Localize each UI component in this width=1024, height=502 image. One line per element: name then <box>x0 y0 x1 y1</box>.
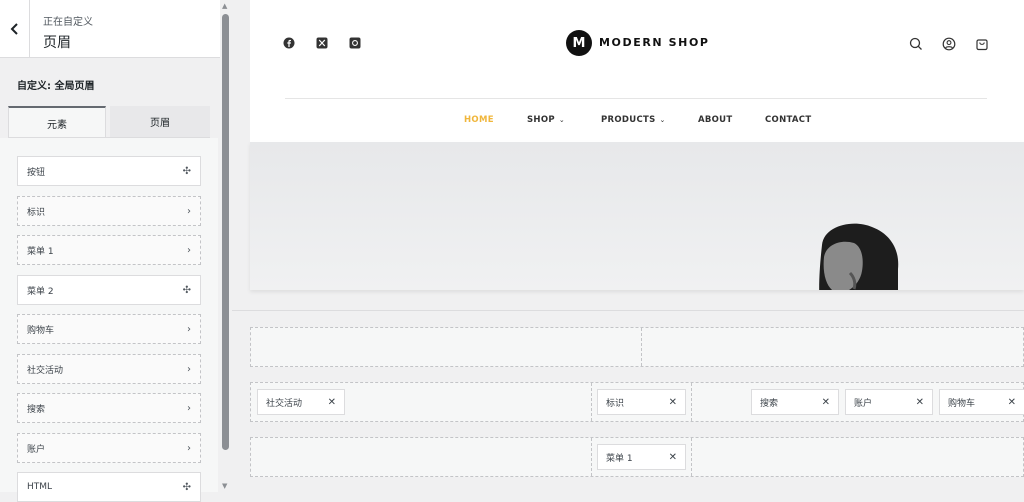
builder-chip-logo[interactable]: 标识 ✕ <box>597 389 686 415</box>
nav-label: PRODUCTS <box>601 115 656 125</box>
instagram-icon[interactable] <box>348 36 362 50</box>
chevron-down-icon: ⌄ <box>659 116 666 124</box>
back-button[interactable] <box>0 0 30 58</box>
row-cell-divider <box>591 383 592 421</box>
element-label: 社交活动 <box>27 365 64 376</box>
nav-item-about[interactable]: ABOUT <box>698 115 732 125</box>
row-cell-divider <box>691 438 692 476</box>
row-cell-divider <box>591 438 592 476</box>
scroll-down-icon[interactable]: ▼ <box>222 482 227 490</box>
chip-label: 搜索 <box>760 398 779 409</box>
header-divider <box>285 98 987 99</box>
chip-label: 账户 <box>854 398 873 409</box>
chevron-right-icon[interactable]: › <box>187 403 191 414</box>
remove-icon[interactable]: ✕ <box>916 397 924 408</box>
chevron-right-icon[interactable]: › <box>187 324 191 335</box>
panel-title: 页眉 <box>43 35 71 51</box>
nav-label: CONTACT <box>765 115 812 125</box>
search-icon[interactable] <box>909 36 923 50</box>
tabs: 元素 页眉 <box>8 106 210 138</box>
element-item[interactable]: 社交活动 › <box>17 354 201 384</box>
logo-mark[interactable]: M <box>566 30 592 56</box>
builder-chip-search[interactable]: 搜索 ✕ <box>751 389 839 415</box>
nav-item-products[interactable]: PRODUCTS ⌄ <box>601 115 666 125</box>
builder-chip-menu-1[interactable]: 菜单 1 ✕ <box>597 444 686 470</box>
move-icon[interactable]: ✣ <box>183 166 191 177</box>
chip-label: 标识 <box>606 398 625 409</box>
preview-divider <box>232 310 1024 311</box>
section-title: 自定义: 全局页眉 <box>17 81 95 92</box>
chevron-right-icon[interactable]: › <box>187 245 191 256</box>
nav-label: HOME <box>464 115 494 125</box>
element-label: HTML <box>27 482 53 492</box>
nav-label: SHOP <box>527 115 555 125</box>
sidebar-scrollbar[interactable]: ▲ ▼ <box>220 0 232 492</box>
element-item[interactable]: 菜单 2 ✣ <box>17 275 201 305</box>
tab-header[interactable]: 页眉 <box>110 106 210 138</box>
chevron-right-icon[interactable]: › <box>187 443 191 454</box>
nav-item-contact[interactable]: CONTACT <box>765 115 811 125</box>
element-label: 购物车 <box>27 325 55 336</box>
hero-person-image <box>819 223 899 290</box>
row-cell-divider <box>641 328 642 366</box>
element-label: 菜单 1 <box>27 246 54 257</box>
account-icon[interactable] <box>942 36 956 51</box>
move-icon[interactable]: ✣ <box>183 285 191 296</box>
builder-chip-social[interactable]: 社交活动 ✕ <box>257 389 345 415</box>
element-label: 标识 <box>27 207 46 218</box>
nav-label: ABOUT <box>698 115 733 125</box>
builder-row-bottom[interactable]: 菜单 1 ✕ <box>250 437 1024 477</box>
chevron-down-icon: ⌄ <box>558 116 566 124</box>
nav-item-shop[interactable]: SHOP ⌄ <box>527 115 565 125</box>
element-label: 搜索 <box>27 404 46 415</box>
builder-row-top[interactable] <box>250 327 1024 367</box>
cart-icon[interactable] <box>975 36 989 51</box>
remove-icon[interactable]: ✕ <box>328 397 336 408</box>
chevron-left-icon <box>10 23 18 35</box>
chevron-right-icon[interactable]: › <box>187 206 191 217</box>
element-item[interactable]: 账户 › <box>17 433 201 463</box>
element-item[interactable]: 搜索 › <box>17 393 201 423</box>
row-cell-divider <box>691 383 692 421</box>
element-item[interactable]: HTML ✣ <box>17 472 201 502</box>
builder-row-main[interactable]: 社交活动 ✕ 标识 ✕ 搜索 ✕ 账户 ✕ 购物车 ✕ <box>250 382 1024 422</box>
chip-label: 菜单 1 <box>606 453 633 464</box>
primary-nav: HOME SHOP ⌄ PRODUCTS ⌄ ABOUT CONTACT <box>250 113 1024 129</box>
remove-icon[interactable]: ✕ <box>669 452 677 463</box>
element-item[interactable]: 购物车 › <box>17 314 201 344</box>
builder-chip-account[interactable]: 账户 ✕ <box>845 389 933 415</box>
remove-icon[interactable]: ✕ <box>822 397 830 408</box>
sidebar-header: 正在自定义 页眉 <box>0 0 220 58</box>
scroll-up-icon[interactable]: ▲ <box>222 2 227 10</box>
scroll-thumb[interactable] <box>222 14 229 450</box>
element-item[interactable]: 菜单 1 › <box>17 235 201 265</box>
chip-label: 购物车 <box>948 398 976 409</box>
customizer-sidebar: 正在自定义 页眉 自定义: 全局页眉 元素 页眉 按钮 ✣ 标识 › 菜单 1 › 菜单 2… <box>0 0 232 502</box>
remove-icon[interactable]: ✕ <box>1008 397 1016 408</box>
chip-label: 社交活动 <box>266 398 303 409</box>
facebook-icon[interactable] <box>282 36 296 50</box>
move-icon[interactable]: ✣ <box>183 482 191 493</box>
tab-elements[interactable]: 元素 <box>8 106 106 138</box>
element-item[interactable]: 标识 › <box>17 196 201 226</box>
customizer-window: 正在自定义 页眉 自定义: 全局页眉 元素 页眉 按钮 ✣ 标识 › 菜单 1 › 菜单 2… <box>0 0 1024 502</box>
element-label: 账户 <box>27 444 46 455</box>
builder-chip-cart[interactable]: 购物车 ✕ <box>939 389 1024 415</box>
customizing-label: 正在自定义 <box>43 17 93 28</box>
remove-icon[interactable]: ✕ <box>669 397 677 408</box>
element-item[interactable]: 按钮 ✣ <box>17 156 201 186</box>
hero-banner <box>250 142 1024 290</box>
element-label: 按钮 <box>27 167 46 178</box>
header-top: M MODERN SHOP <box>250 0 1024 98</box>
site-preview: M MODERN SHOP HOME SHOP ⌄ PRODUCTS ⌄ ABOUT… <box>250 0 1024 290</box>
element-label: 菜单 2 <box>27 286 54 297</box>
nav-item-home[interactable]: HOME <box>464 115 494 125</box>
chevron-right-icon[interactable]: › <box>187 364 191 375</box>
logo-text[interactable]: MODERN SHOP <box>599 36 710 49</box>
x-twitter-icon[interactable] <box>315 36 329 50</box>
